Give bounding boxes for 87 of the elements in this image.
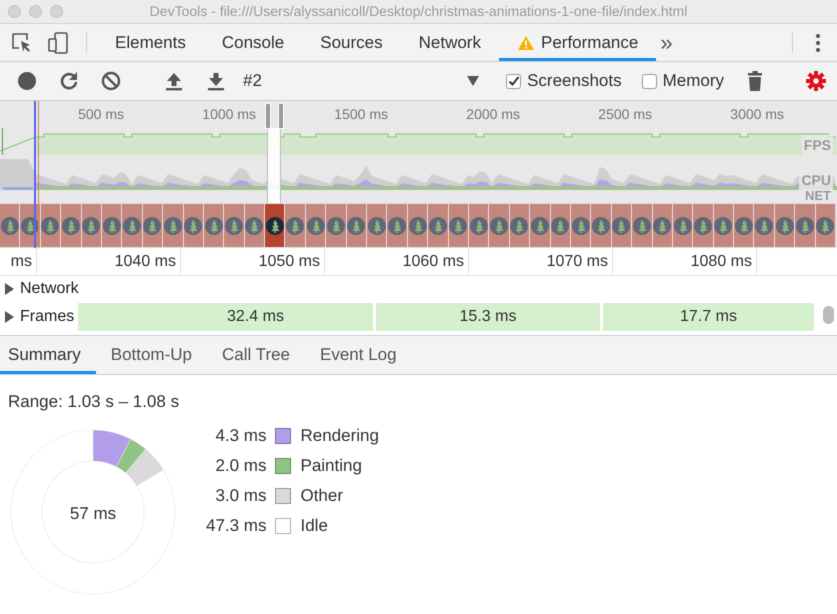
legend-label: Rendering (300, 426, 379, 444)
screenshot-thumbnail[interactable] (408, 204, 428, 247)
legend-label: Painting (300, 456, 363, 474)
panel-tab[interactable]: Network (400, 24, 499, 61)
window-title: DevTools - file:///Users/alyssanicoll/Desktop/christmas-animations-1-one-file/index.html (148, 2, 688, 21)
screenshot-thumbnail[interactable] (672, 204, 692, 247)
time-label: 1080 ms (613, 248, 757, 275)
screenshot-thumbnail[interactable] (326, 204, 346, 247)
screenshot-thumbnail[interactable] (489, 204, 509, 247)
legend-value: 47.3 ms (206, 516, 266, 534)
screenshot-thumbnail[interactable] (652, 204, 672, 247)
panel-tab[interactable]: Console (204, 24, 302, 61)
checkbox-label: Memory (662, 70, 724, 92)
range-text: Range: 1.03 s – 1.08 s (7, 391, 180, 413)
time-label: 1050 ms (181, 248, 325, 275)
scrollbar-thumb[interactable] (823, 306, 834, 324)
screenshot-thumbnail[interactable] (714, 204, 734, 247)
screenshot-thumbnail[interactable] (591, 204, 611, 247)
frame-bar[interactable]: 17.7 ms (603, 303, 814, 331)
legend-label: Idle (300, 516, 329, 534)
time-label: ms (0, 248, 37, 275)
screenshot-thumbnail[interactable] (163, 204, 183, 247)
screenshot-thumbnail[interactable] (224, 204, 244, 247)
screenshot-thumbnail[interactable] (184, 204, 203, 247)
screenshot-thumbnail[interactable] (774, 204, 794, 247)
screenshot-thumbnail[interactable] (612, 204, 632, 247)
screenshot-thumbnail[interactable] (142, 204, 162, 247)
warning-icon (516, 34, 535, 50)
screenshot-thumbnail[interactable] (734, 204, 754, 247)
time-label: 2000 ms (465, 105, 521, 124)
frame-bar[interactable]: 32.4 ms (78, 303, 373, 331)
screenshot-thumbnail[interactable] (795, 204, 815, 247)
panel-tab[interactable]: Sources (302, 24, 401, 61)
screenshot-thumbnail[interactable] (122, 204, 142, 247)
screenshot-thumbnail[interactable] (82, 204, 101, 247)
more-tabs-button[interactable]: » (656, 24, 681, 61)
screenshot-thumbnail[interactable] (102, 204, 122, 247)
screenshot-thumbnail[interactable] (632, 204, 652, 247)
track-label: NET (803, 189, 833, 203)
screenshot-thumbnail[interactable] (754, 204, 774, 247)
time-label: 1070 ms (469, 248, 613, 275)
checkbox[interactable] (506, 74, 522, 88)
screenshot-thumbnail[interactable] (61, 204, 81, 247)
caret-icon (467, 76, 480, 86)
time-label: 1000 ms (201, 105, 257, 124)
legend-value: 2.0 ms (214, 456, 266, 474)
recording-select[interactable]: #2 (236, 68, 486, 94)
screenshot-thumbnail[interactable] (468, 204, 488, 247)
screenshot-thumbnail[interactable] (570, 204, 590, 247)
details-tab[interactable]: Summary (0, 336, 96, 374)
screenshot-thumbnail[interactable] (346, 204, 366, 247)
checkbox[interactable] (642, 74, 657, 88)
time-label: 1040 ms (37, 248, 181, 275)
screenshot-thumbnail[interactable] (510, 204, 530, 247)
legend-label: Other (300, 486, 344, 504)
screenshot-thumbnail[interactable] (244, 204, 264, 247)
legend-value: 4.3 ms (214, 426, 266, 444)
details-tab[interactable]: Event Log (312, 336, 412, 374)
time-label: 1060 ms (325, 248, 469, 275)
time-label: 1500 ms (333, 105, 389, 124)
screenshot-thumbnail[interactable] (0, 204, 20, 247)
screenshot-thumbnail[interactable] (265, 204, 284, 247)
time-label: 2500 ms (597, 105, 653, 124)
screenshot-thumbnail[interactable] (367, 204, 386, 247)
track-label: FPS (802, 135, 833, 156)
frame-bar[interactable]: 15.3 ms (376, 303, 600, 331)
screenshot-thumbnail[interactable] (530, 204, 550, 247)
details-tab[interactable]: Bottom-Up (102, 336, 207, 374)
time-label: 500 ms (77, 105, 125, 124)
screenshot-thumbnail[interactable] (816, 204, 836, 247)
range-handle[interactable] (265, 103, 271, 129)
details-tab[interactable]: Call Tree (214, 336, 306, 374)
checkbox-label: Screenshots (527, 70, 622, 92)
screenshot-thumbnail[interactable] (306, 204, 326, 247)
total-duration: 57 ms (68, 502, 118, 524)
legend-value: 3.0 ms (214, 486, 266, 504)
screenshot-thumbnail[interactable] (387, 204, 407, 247)
screenshot-thumbnail[interactable] (285, 204, 305, 247)
panel-tab[interactable]: Elements (97, 24, 204, 61)
range-handle[interactable] (278, 103, 284, 129)
screenshot-thumbnail[interactable] (550, 204, 570, 247)
screenshot-thumbnail[interactable] (693, 204, 713, 247)
time-label: 3000 ms (729, 105, 785, 124)
screenshot-thumbnail[interactable] (448, 204, 468, 247)
screenshot-thumbnail[interactable] (428, 204, 448, 247)
screenshot-thumbnail[interactable] (204, 204, 224, 247)
screenshot-thumbnail[interactable] (40, 204, 60, 247)
